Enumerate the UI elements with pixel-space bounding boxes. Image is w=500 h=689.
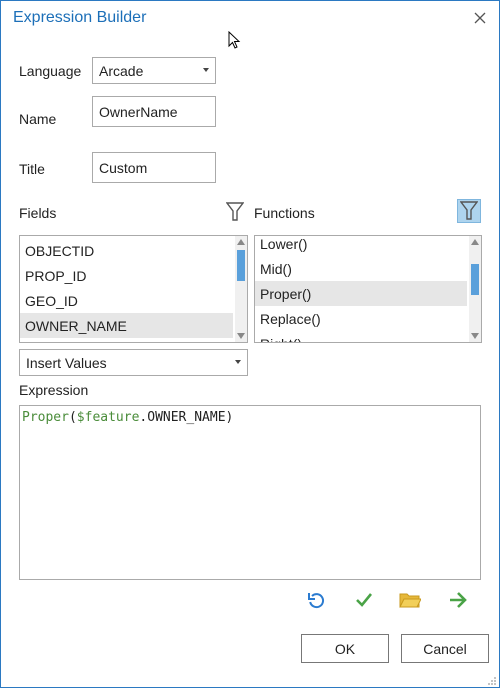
list-item[interactable]: Mid()	[255, 256, 467, 281]
title-label: Title	[19, 161, 45, 177]
scroll-thumb[interactable]	[237, 250, 245, 281]
list-item[interactable]: Replace()	[255, 306, 467, 331]
fields-list: OBJECTID PROP_ID GEO_ID OWNER_NAME	[19, 235, 248, 343]
chevron-down-icon	[203, 68, 209, 72]
fields-label: Fields	[19, 205, 57, 221]
scroll-up-icon[interactable]	[237, 239, 245, 245]
language-dropdown[interactable]: Arcade	[92, 57, 216, 84]
expression-editor[interactable]: Proper($feature.OWNER_NAME)	[19, 405, 481, 580]
functions-filter-icon[interactable]	[457, 199, 481, 223]
expression-builder-dialog: Expression Builder Language Arcade Name …	[0, 0, 500, 688]
chevron-down-icon	[235, 360, 241, 364]
dialog-title: Expression Builder	[13, 9, 147, 26]
fields-filter-icon[interactable]	[224, 201, 246, 223]
close-icon[interactable]	[471, 9, 489, 27]
undo-icon[interactable]	[305, 589, 327, 611]
scroll-down-icon[interactable]	[471, 333, 479, 339]
fields-scrollbar[interactable]	[235, 236, 247, 342]
cancel-button[interactable]: Cancel	[401, 634, 489, 663]
list-item[interactable]: OBJECTID	[20, 238, 233, 263]
expression-token: .OWNER_NAME)	[139, 410, 234, 425]
arrow-right-icon[interactable]	[447, 589, 469, 611]
scroll-up-icon[interactable]	[471, 239, 479, 245]
insert-values-value: Insert Values	[26, 354, 107, 371]
language-value: Arcade	[99, 62, 144, 79]
language-label: Language	[19, 63, 82, 79]
expression-token: Proper	[22, 410, 69, 425]
expression-token: (	[68, 410, 77, 425]
functions-scrollbar[interactable]	[469, 236, 481, 342]
list-item[interactable]: GEO_ID	[20, 288, 233, 313]
name-value: OwnerName	[99, 103, 178, 120]
name-input[interactable]: OwnerName	[92, 96, 216, 127]
resize-grip-icon[interactable]	[487, 673, 497, 689]
list-item[interactable]: Lower()	[255, 236, 467, 256]
expression-label: Expression	[19, 382, 89, 398]
insert-values-dropdown[interactable]: Insert Values	[19, 349, 248, 376]
name-label: Name	[19, 111, 57, 127]
list-item[interactable]: Right()	[255, 331, 467, 343]
expression-token: $feature	[76, 410, 140, 425]
ok-button[interactable]: OK	[301, 634, 389, 663]
scroll-thumb[interactable]	[471, 264, 479, 295]
list-item[interactable]: Proper()	[255, 281, 467, 306]
mouse-cursor-icon	[228, 30, 242, 54]
check-icon[interactable]	[353, 589, 375, 611]
list-item[interactable]: OWNER_NAME	[20, 313, 233, 338]
folder-icon[interactable]	[399, 589, 421, 611]
title-input[interactable]: Custom	[92, 152, 216, 183]
scroll-down-icon[interactable]	[237, 333, 245, 339]
functions-list: Lower() Mid() Proper() Replace() Right()	[254, 235, 482, 343]
list-item[interactable]: PROP_ID	[20, 263, 233, 288]
title-value: Custom	[99, 159, 148, 176]
functions-label: Functions	[254, 205, 315, 221]
